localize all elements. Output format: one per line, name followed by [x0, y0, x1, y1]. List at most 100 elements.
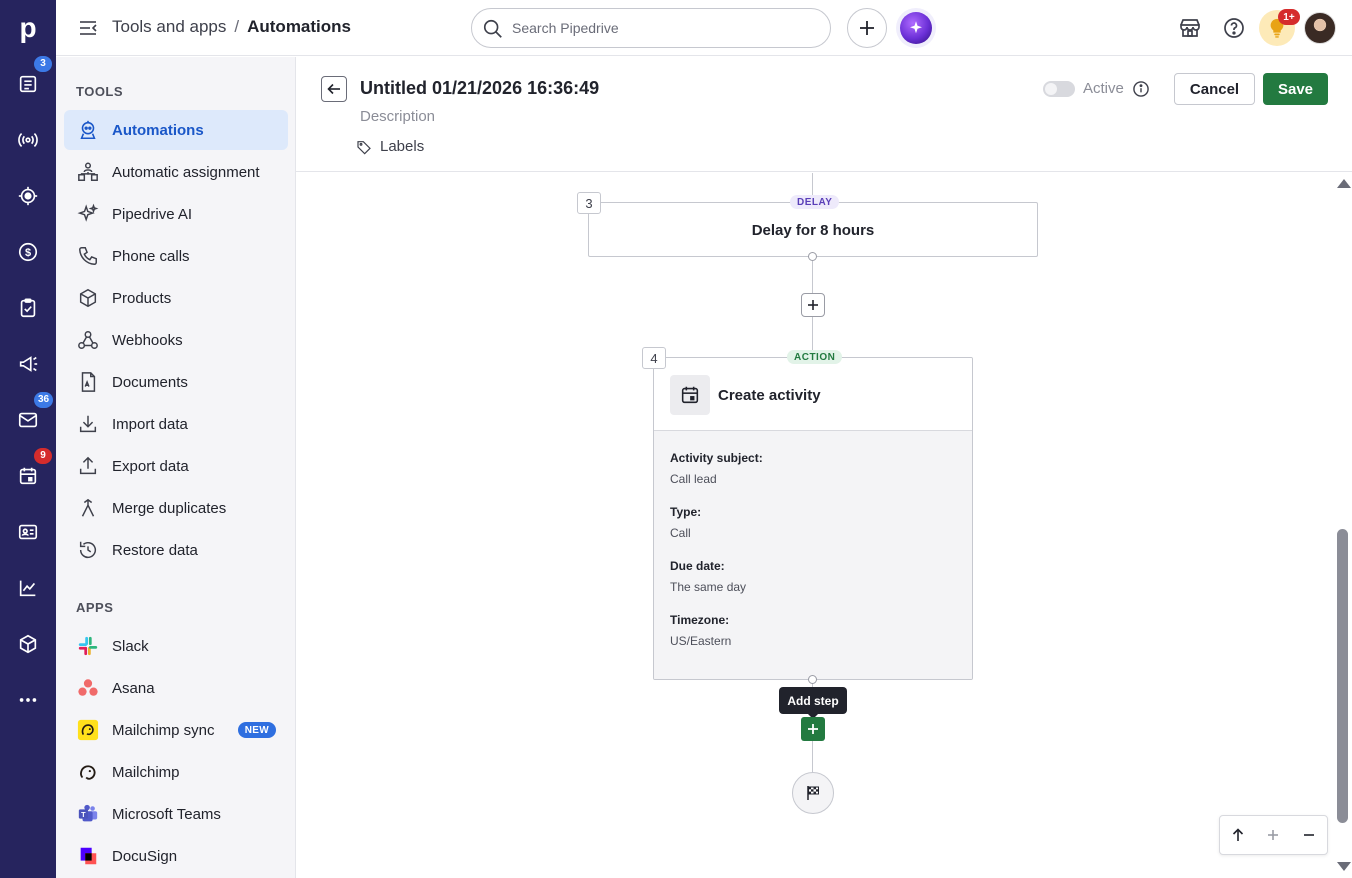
sidebar-item-label: Microsoft Teams — [112, 805, 221, 823]
sidebar-item-automations[interactable]: Automations — [64, 110, 288, 150]
zoom-in-button[interactable] — [1261, 823, 1285, 847]
more-icon[interactable] — [0, 680, 56, 720]
sidebar-item-label: Merge duplicates — [112, 499, 227, 517]
notifications-badge: 1+ — [1278, 9, 1300, 25]
delay-tag: DELAY — [790, 195, 840, 209]
add-step-button-active[interactable] — [801, 717, 825, 741]
import-icon — [76, 412, 100, 436]
search-box[interactable] — [471, 8, 831, 48]
description-field[interactable]: Description — [360, 108, 435, 125]
marketplace-icon[interactable] — [1178, 16, 1202, 40]
sidebar-item-label: Restore data — [112, 541, 198, 559]
assignment-icon — [76, 160, 100, 184]
sidebar-item-automatic-assignment[interactable]: Automatic assignment — [64, 152, 288, 192]
sidebar-item-phone-calls[interactable]: Phone calls — [64, 236, 288, 276]
insights-icon[interactable] — [0, 568, 56, 608]
plus-icon — [808, 300, 818, 310]
action-step-details: Activity subject: Call lead Type: Call D… — [654, 431, 972, 679]
add-step-button[interactable] — [801, 293, 825, 317]
box-icon — [76, 286, 100, 310]
field-label: Type: — [670, 505, 702, 519]
broadcast-icon[interactable] — [0, 120, 56, 160]
help-icon[interactable] — [1222, 16, 1246, 40]
automation-title[interactable]: Untitled 01/21/2026 16:36:49 — [360, 78, 599, 99]
connector-dot — [808, 252, 817, 261]
cancel-button[interactable]: Cancel — [1174, 73, 1255, 105]
tag-icon — [357, 140, 371, 155]
sidebar-item-import-data[interactable]: Import data — [64, 404, 288, 444]
apps-section-title: APPS — [76, 600, 114, 615]
collapse-menu-icon[interactable] — [78, 18, 98, 38]
sidebar-item-docusign[interactable]: DocuSign — [64, 836, 288, 876]
scroll-to-top-button[interactable] — [1226, 823, 1250, 847]
sidebar-item-products[interactable]: Products — [64, 278, 288, 318]
deals-icon[interactable]: $ — [0, 232, 56, 272]
action-step-card[interactable]: Create activity Activity subject: Call l… — [653, 357, 973, 680]
products-rail-icon[interactable] — [0, 624, 56, 664]
mailchimp-icon — [76, 760, 100, 784]
mail-icon[interactable]: 36 — [0, 392, 56, 440]
campaigns-icon[interactable] — [0, 344, 56, 384]
connector-dot — [808, 675, 817, 684]
sidebar-item-label: Webhooks — [112, 331, 183, 349]
ai-sparkle-icon — [900, 12, 932, 44]
search-input[interactable] — [512, 20, 812, 36]
leads-inbox-icon[interactable]: 3 — [0, 56, 56, 104]
sidebar-item-restore-data[interactable]: Restore data — [64, 530, 288, 570]
sidebar-item-label: Phone calls — [112, 247, 190, 265]
plus-icon — [808, 724, 818, 734]
sidebar-item-label: Mailchimp — [112, 763, 180, 781]
webhook-icon — [76, 328, 100, 352]
user-avatar[interactable] — [1304, 12, 1336, 44]
labels-button[interactable]: Labels — [356, 138, 424, 155]
scroll-down-arrow[interactable] — [1337, 862, 1351, 871]
breadcrumb-current: Automations — [247, 17, 351, 36]
sidebar-item-slack[interactable]: Slack — [64, 626, 288, 666]
field-label: Due date: — [670, 559, 725, 573]
target-icon[interactable] — [0, 176, 56, 216]
sidebar-item-webhooks[interactable]: Webhooks — [64, 320, 288, 360]
active-toggle[interactable] — [1043, 81, 1075, 97]
field-value: The same day — [670, 580, 747, 594]
sidebar-item-pipedrive-ai[interactable]: Pipedrive AI — [64, 194, 288, 234]
sidebar-item-microsoft-teams[interactable]: T Microsoft Teams — [64, 794, 288, 834]
save-button[interactable]: Save — [1263, 73, 1328, 105]
zoom-out-button[interactable] — [1297, 823, 1321, 847]
merge-icon — [76, 496, 100, 520]
quick-add-button[interactable] — [847, 8, 887, 48]
sidebar-item-asana[interactable]: Asana — [64, 668, 288, 708]
teams-icon: T — [76, 802, 100, 826]
sidebar-item-documents[interactable]: Documents — [64, 362, 288, 402]
delay-step-card[interactable]: Delay for 8 hours — [588, 202, 1038, 257]
labels-text: Labels — [380, 138, 425, 155]
breadcrumb-parent[interactable]: Tools and apps — [112, 17, 226, 37]
add-step-tooltip: Add step — [779, 687, 847, 719]
sidebar-item-label: Products — [112, 289, 172, 307]
sidebar-item-export-data[interactable]: Export data — [64, 446, 288, 486]
back-button[interactable] — [321, 76, 347, 102]
step-number: 3 — [577, 192, 601, 214]
sidebar-item-label: Import data — [112, 415, 188, 433]
sidebar-item-label: Export data — [112, 457, 189, 475]
scroll-thumb[interactable] — [1337, 529, 1348, 823]
document-icon — [76, 370, 100, 394]
slack-icon — [76, 634, 100, 658]
tools-sidebar: TOOLS Automations Automatic assignment P… — [56, 57, 296, 878]
sidebar-item-label: Pipedrive AI — [112, 205, 193, 223]
sidebar-item-merge-duplicates[interactable]: Merge duplicates — [64, 488, 288, 528]
calendar-icon[interactable]: 9 — [0, 448, 56, 496]
new-badge: NEW — [237, 722, 276, 738]
workflow-canvas[interactable]: Delay for 8 hours 3 DELAY Create activit… — [296, 173, 1352, 878]
contacts-icon[interactable] — [0, 512, 56, 552]
ai-assistant-button[interactable] — [896, 8, 936, 48]
canvas-scrollbar[interactable] — [1334, 173, 1352, 878]
sidebar-item-mailchimp-sync[interactable]: Mailchimp sync NEW — [64, 710, 288, 750]
tasks-icon[interactable] — [0, 288, 56, 328]
sidebar-item-mailchimp[interactable]: Mailchimp — [64, 752, 288, 792]
pipedrive-logo[interactable]: p — [0, 8, 56, 48]
calendar-badge: 9 — [34, 448, 52, 464]
info-icon[interactable] — [1131, 79, 1151, 99]
restore-icon — [76, 538, 100, 562]
sparkle-icon — [76, 202, 100, 226]
scroll-up-arrow[interactable] — [1337, 179, 1351, 188]
